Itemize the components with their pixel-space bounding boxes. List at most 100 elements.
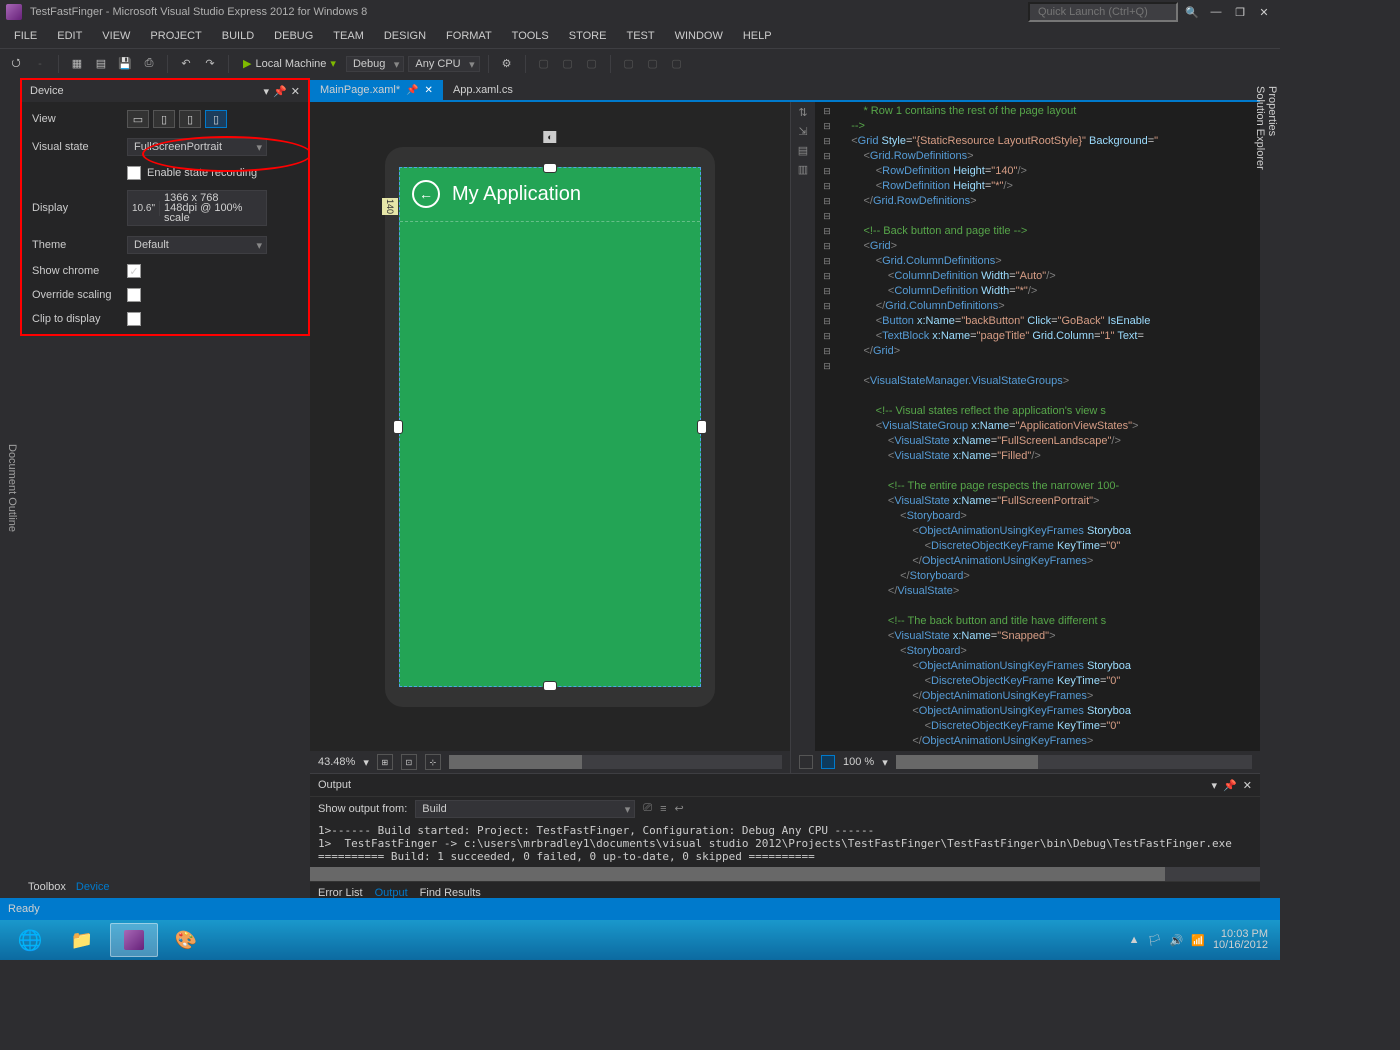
split-v-icon[interactable]: ▥ bbox=[798, 163, 808, 176]
split-h-icon[interactable]: ▤ bbox=[798, 144, 808, 157]
design-surface[interactable]: 140 ← My Application bbox=[399, 167, 701, 687]
menu-file[interactable]: FILE bbox=[4, 27, 47, 45]
save-icon[interactable]: 💾 bbox=[115, 54, 135, 74]
toolbar-icon[interactable]: ▢ bbox=[619, 54, 639, 74]
output-scrollbar[interactable] bbox=[310, 867, 1260, 881]
undo-icon[interactable]: ↶ bbox=[176, 54, 196, 74]
wrap-icon[interactable]: ↩ bbox=[675, 802, 684, 815]
expand-icon[interactable]: ⇲ bbox=[798, 125, 807, 138]
close-icon[interactable]: ✕ bbox=[291, 85, 300, 98]
zoom-value[interactable]: 43.48% bbox=[318, 756, 355, 768]
theme-combo[interactable]: Default bbox=[127, 236, 267, 254]
close-icon[interactable]: ✕ bbox=[425, 85, 433, 96]
open-file-icon[interactable]: ▤ bbox=[91, 54, 111, 74]
resize-handle-left[interactable] bbox=[393, 420, 403, 434]
toolbar-icon[interactable]: ▢ bbox=[558, 54, 578, 74]
maximize-button[interactable]: ❐ bbox=[1230, 6, 1250, 19]
resize-handle-bottom[interactable] bbox=[543, 681, 557, 691]
nav-back-icon[interactable]: ⭯ bbox=[6, 54, 26, 74]
pin-icon[interactable]: 📌 bbox=[1223, 779, 1237, 792]
solution-explorer-tab[interactable]: Solution Explorer bbox=[1254, 86, 1266, 890]
toolbar-icon[interactable]: ▢ bbox=[582, 54, 602, 74]
toolbox-tab[interactable]: Toolbox bbox=[28, 881, 66, 893]
minimize-button[interactable]: — bbox=[1206, 6, 1226, 18]
ie-icon[interactable]: 🌐 bbox=[6, 923, 54, 957]
show-output-from-combo[interactable]: Build bbox=[415, 800, 635, 818]
redo-icon[interactable]: ↷ bbox=[200, 54, 220, 74]
find-results-tab[interactable]: Find Results bbox=[420, 887, 481, 899]
snap-icon[interactable]: ⊹ bbox=[425, 754, 441, 770]
code-editor[interactable]: * Row 1 contains the rest of the page la… bbox=[839, 102, 1260, 751]
vs-taskbar-icon[interactable] bbox=[110, 923, 158, 957]
clear-icon[interactable]: ⎚ bbox=[643, 802, 652, 815]
fit-icon[interactable]: ⊡ bbox=[401, 754, 417, 770]
nav-fwd-icon[interactable]: - bbox=[30, 54, 50, 74]
properties-tab[interactable]: Properties bbox=[1266, 86, 1278, 878]
output-tab[interactable]: Output bbox=[375, 887, 408, 899]
pin-icon[interactable]: 📌 bbox=[273, 85, 287, 98]
explorer-icon[interactable]: 📁 bbox=[58, 923, 106, 957]
split-icon[interactable] bbox=[799, 755, 813, 769]
tray-flag-icon[interactable]: 🏳 bbox=[1148, 934, 1162, 947]
code-scrollbar[interactable] bbox=[896, 755, 1252, 769]
menu-debug[interactable]: DEBUG bbox=[264, 27, 323, 45]
dropdown-icon[interactable]: ▾ bbox=[1212, 779, 1218, 792]
menu-test[interactable]: TEST bbox=[616, 27, 664, 45]
close-icon[interactable]: ✕ bbox=[1243, 779, 1252, 792]
save-all-icon[interactable]: ⎙ bbox=[139, 54, 159, 74]
toolbar-icon[interactable]: ▢ bbox=[534, 54, 554, 74]
toolbar-icon[interactable]: ⚙ bbox=[497, 54, 517, 74]
app-back-button[interactable]: ← bbox=[412, 180, 440, 208]
start-debug-button[interactable]: ▶ Local Machine ▾ bbox=[237, 56, 342, 71]
new-project-icon[interactable]: ▦ bbox=[67, 54, 87, 74]
enable-recording-checkbox[interactable]: ✓ bbox=[127, 166, 141, 180]
close-button[interactable]: ✕ bbox=[1254, 6, 1274, 19]
grid-icon[interactable]: ⊞ bbox=[377, 754, 393, 770]
device-tab[interactable]: Device bbox=[76, 881, 110, 893]
resize-handle-top[interactable] bbox=[543, 163, 557, 173]
menu-store[interactable]: STORE bbox=[559, 27, 617, 45]
toolbar-icon[interactable]: ▢ bbox=[667, 54, 687, 74]
tray-volume-icon[interactable]: 🔊 bbox=[1170, 934, 1184, 947]
tray-network-icon[interactable]: 📶 bbox=[1191, 934, 1205, 947]
menu-project[interactable]: PROJECT bbox=[140, 27, 211, 45]
menu-build[interactable]: BUILD bbox=[212, 27, 264, 45]
split-icon[interactable] bbox=[821, 755, 835, 769]
view-snapped-button[interactable]: ▯ bbox=[179, 110, 201, 128]
output-text[interactable]: 1>------ Build started: Project: TestFas… bbox=[310, 820, 1260, 867]
view-portrait-button[interactable]: ▯ bbox=[205, 110, 227, 128]
quick-launch-input[interactable] bbox=[1028, 2, 1178, 22]
menu-design[interactable]: DESIGN bbox=[374, 27, 436, 45]
show-chrome-checkbox[interactable]: ✓ bbox=[127, 264, 141, 278]
dropdown-icon[interactable]: ▾ bbox=[264, 85, 270, 98]
menu-tools[interactable]: TOOLS bbox=[502, 27, 559, 45]
clip-checkbox[interactable]: ✓ bbox=[127, 312, 141, 326]
toggle-icon[interactable]: ≡ bbox=[660, 803, 666, 815]
platform-dropdown[interactable]: Any CPU bbox=[408, 56, 479, 72]
display-combo[interactable]: 10.6" 1366 x 768148dpi @ 100% scale bbox=[127, 190, 267, 226]
view-filled-button[interactable]: ▯ bbox=[153, 110, 175, 128]
menu-view[interactable]: VIEW bbox=[92, 27, 140, 45]
designer-scrollbar[interactable] bbox=[449, 755, 782, 769]
code-zoom[interactable]: 100 % bbox=[843, 756, 874, 768]
ruler-handle-icon[interactable]: ◐ bbox=[543, 131, 556, 143]
chevron-down-icon[interactable]: ▾ bbox=[882, 756, 888, 769]
resize-handle-right[interactable] bbox=[697, 420, 707, 434]
config-dropdown[interactable]: Debug bbox=[346, 56, 404, 72]
menu-help[interactable]: HELP bbox=[733, 27, 782, 45]
editor-tab[interactable]: App.xaml.cs bbox=[443, 80, 523, 100]
paint-icon[interactable]: 🎨 bbox=[162, 923, 210, 957]
taskbar-date[interactable]: 10/16/2012 bbox=[1213, 940, 1268, 951]
search-icon[interactable]: 🔍 bbox=[1182, 6, 1202, 19]
toolbar-icon[interactable]: ▢ bbox=[643, 54, 663, 74]
error-list-tab[interactable]: Error List bbox=[318, 887, 363, 899]
chevron-down-icon[interactable]: ▾ bbox=[363, 756, 369, 769]
view-landscape-button[interactable]: ▭ bbox=[127, 110, 149, 128]
menu-format[interactable]: FORMAT bbox=[436, 27, 502, 45]
visual-state-combo[interactable]: FullScreenPortrait bbox=[127, 138, 267, 156]
pin-icon[interactable]: 📌 bbox=[406, 85, 418, 96]
override-scaling-checkbox[interactable]: ✓ bbox=[127, 288, 141, 302]
menu-edit[interactable]: EDIT bbox=[47, 27, 92, 45]
menu-window[interactable]: WINDOW bbox=[665, 27, 733, 45]
swap-icon[interactable]: ⇅ bbox=[798, 106, 807, 119]
